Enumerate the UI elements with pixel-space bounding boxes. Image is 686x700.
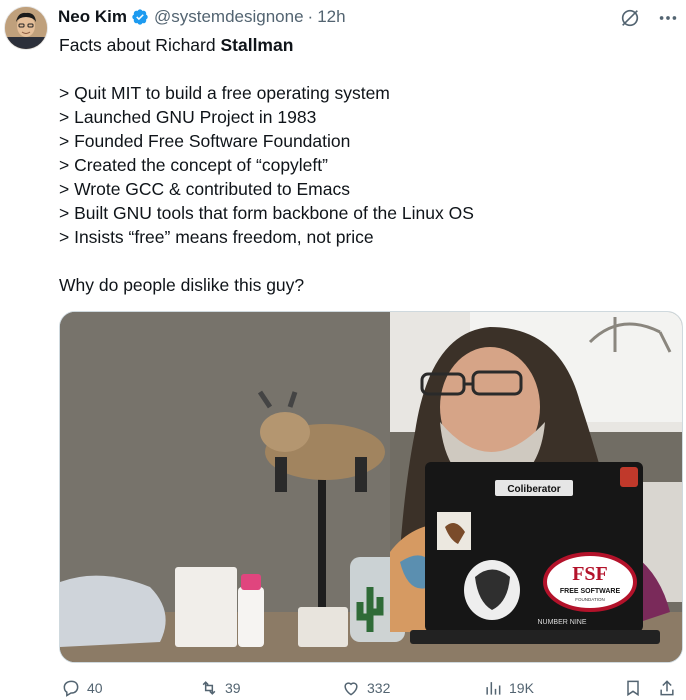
repost-icon: [202, 681, 216, 695]
views-button[interactable]: 19K: [483, 678, 534, 698]
photo-scene: Coliberator FSF FREE SOFTWARE FOUNDATION…: [60, 312, 682, 662]
separator-dot: ·: [307, 7, 314, 26]
tweet-top-actions: [618, 6, 680, 30]
tweet-title: Facts about Richard Stallman: [59, 33, 669, 57]
share-icon: [660, 680, 674, 696]
grok-icon[interactable]: [618, 6, 642, 30]
tweet-text: Facts about Richard Stallman > Quit MIT …: [59, 33, 669, 297]
like-count: 332: [367, 680, 391, 696]
tweet-media-photo[interactable]: Coliberator FSF FREE SOFTWARE FOUNDATION…: [59, 311, 683, 663]
fact-item: > Launched GNU Project in 1983: [59, 107, 317, 127]
reply-count: 40: [87, 680, 103, 696]
tweet-title-prefix: Facts about Richard: [59, 35, 221, 55]
author-name[interactable]: Neo Kim: [58, 7, 127, 27]
sticker-fsf-sub: FOUNDATION: [575, 597, 604, 602]
like-icon: [344, 682, 358, 696]
tweet-header: Neo Kim @systemdesignone · 12h: [58, 6, 346, 28]
fact-item: > Quit MIT to build a free operating sys…: [59, 83, 390, 103]
timestamp[interactable]: 12h: [317, 7, 345, 27]
like-button[interactable]: 332: [341, 678, 390, 698]
bookmark-button[interactable]: [623, 678, 643, 698]
author-handle[interactable]: @systemdesignone: [154, 7, 304, 27]
avatar-image: [5, 7, 47, 49]
repost-button[interactable]: 39: [199, 678, 241, 698]
more-icon[interactable]: [656, 6, 680, 30]
views-icon: [486, 682, 501, 695]
fact-item: > Built GNU tools that form backbone of …: [59, 203, 474, 223]
sticker-fsf: FREE SOFTWARE: [560, 588, 621, 595]
reply-button[interactable]: 40: [61, 678, 103, 698]
tweet-title-bold: Stallman: [220, 35, 294, 55]
tweet-question: Why do people dislike this guy?: [59, 275, 305, 295]
fact-item: > Created the concept of “copyleft”: [59, 155, 328, 175]
sticker-coliberator: Coliberator: [507, 484, 560, 495]
views-count: 19K: [509, 680, 534, 696]
tweet[interactable]: Neo Kim @systemdesignone · 12h Facts abo…: [0, 0, 686, 697]
fact-item: > Founded Free Software Foundation: [59, 131, 351, 151]
repost-count: 39: [225, 680, 241, 696]
fact-item: > Insists “free” means freedom, not pric…: [59, 227, 374, 247]
reply-icon: [63, 680, 79, 697]
svg-text:FSF: FSF: [572, 563, 608, 585]
fact-item: > Wrote GCC & contributed to Emacs: [59, 179, 350, 199]
avatar[interactable]: [4, 6, 48, 50]
share-button[interactable]: [657, 678, 677, 698]
bookmark-icon: [627, 680, 639, 697]
laptop-label: NUMBER NINE: [537, 619, 586, 626]
verified-badge-icon: [131, 8, 149, 26]
tweet-action-bar: 40 39 332 19K: [59, 676, 681, 700]
